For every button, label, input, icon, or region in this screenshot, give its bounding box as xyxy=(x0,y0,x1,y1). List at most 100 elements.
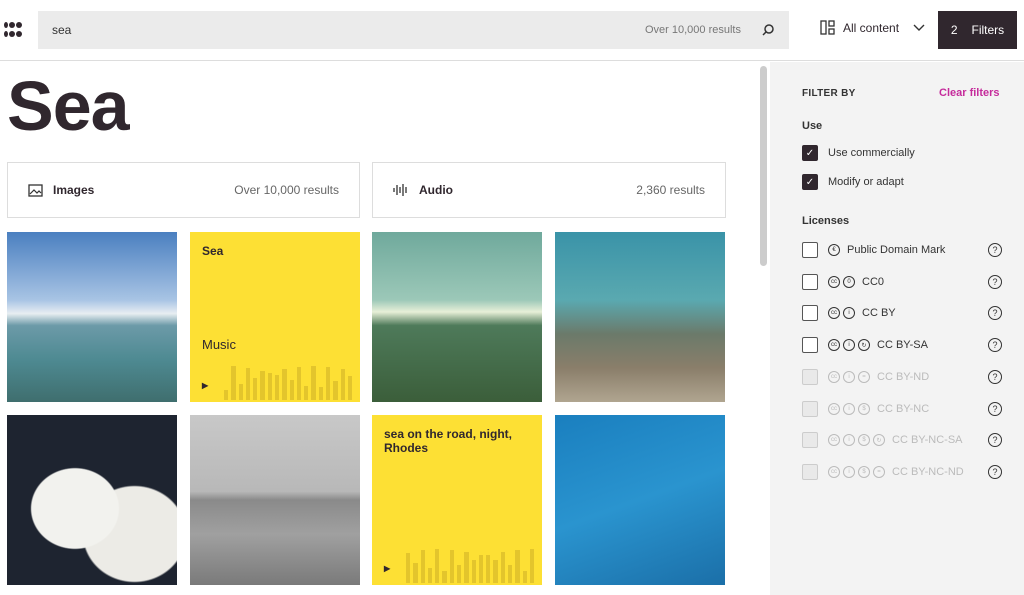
use-filter-option[interactable]: ✓ Modify or adapt xyxy=(802,173,1002,191)
image-result-green-sea[interactable] xyxy=(372,232,542,402)
waveform-bar xyxy=(274,375,280,400)
license-zero-icon: 0 xyxy=(843,275,855,288)
help-icon[interactable]: ? xyxy=(988,464,1002,479)
license-sa-icon: ↻ xyxy=(858,339,870,352)
play-icon[interactable]: ▶ xyxy=(202,381,208,390)
waveform-bar xyxy=(406,552,411,583)
waveform-bar xyxy=(325,366,331,400)
option-label: Public Domain Mark xyxy=(847,244,946,256)
waveform-bar xyxy=(456,565,462,583)
checkbox[interactable] xyxy=(802,273,818,290)
images-card-label: Images xyxy=(53,183,95,197)
checkbox[interactable] xyxy=(802,242,818,258)
option-label: Use commercially xyxy=(828,147,915,159)
checkbox[interactable] xyxy=(802,432,818,449)
license-cc-icon: cc xyxy=(828,434,840,447)
waveform-bar xyxy=(231,366,236,400)
image-result-salt[interactable] xyxy=(7,415,177,585)
waveform-bar xyxy=(427,568,433,583)
license-nc-icon: $ xyxy=(858,434,870,447)
checkbox[interactable] xyxy=(802,400,818,417)
option-label: CC BY-NC xyxy=(877,402,930,415)
license-filter-option[interactable]: cc i $ CC BY-NC? xyxy=(802,400,1002,418)
option-label: CC BY-SA xyxy=(877,339,928,352)
checkbox[interactable] xyxy=(802,305,818,322)
content-type-dropdown[interactable]: All content xyxy=(820,20,925,35)
license-filter-option[interactable]: cc i ↻ CC BY-SA? xyxy=(802,336,1002,354)
waveform-bar xyxy=(253,378,258,400)
waveform-bar xyxy=(245,367,251,400)
waveform-bar xyxy=(296,366,302,400)
audio-result-rhodes[interactable]: sea on the road, night, Rhodes ▶ xyxy=(372,415,542,585)
help-icon[interactable]: ? xyxy=(988,401,1002,416)
play-icon[interactable]: ▶ xyxy=(384,564,390,573)
option-label: Modify or adapt xyxy=(828,176,904,188)
license-filter-option[interactable]: cc i = CC BY-ND? xyxy=(802,368,1002,386)
filter-sidebar: FILTER BY Clear filters Use Licenses ✓ Us… xyxy=(770,62,1024,595)
option-label: CC0 xyxy=(862,275,885,288)
waveform-bar xyxy=(529,549,535,583)
audio-result-card[interactable]: Audio 2,360 results xyxy=(372,162,726,218)
help-icon[interactable]: ? xyxy=(988,369,1002,384)
search-input[interactable]: sea xyxy=(52,23,645,37)
search-bar[interactable]: sea Over 10,000 results xyxy=(38,11,789,49)
waveform-bar xyxy=(486,554,491,583)
license-nd-icon: = xyxy=(873,465,885,478)
license-by-icon: i xyxy=(843,465,855,478)
checkbox[interactable]: ✓ xyxy=(802,145,818,161)
license-cc-icon: cc xyxy=(828,339,840,352)
license-cc-icon: cc xyxy=(828,402,840,415)
image-result-turtle-swimming[interactable] xyxy=(555,415,725,585)
license-filter-option[interactable]: cc 0 CC0? xyxy=(802,273,1002,291)
waveform-bar xyxy=(282,369,287,400)
help-icon[interactable]: ? xyxy=(988,274,1002,289)
waveform-bar xyxy=(238,383,243,400)
clear-filters-link[interactable]: Clear filters xyxy=(939,87,1000,99)
license-cc-icon: cc xyxy=(828,275,840,288)
images-card-count: Over 10,000 results xyxy=(234,183,339,197)
help-icon[interactable]: ? xyxy=(988,338,1002,353)
license-by-icon: i xyxy=(843,402,855,415)
license-filter-option[interactable]: cc i $ = CC BY-NC-ND? xyxy=(802,463,1002,481)
waveform-bar xyxy=(464,551,469,583)
license-nd-icon: = xyxy=(858,370,870,383)
license-nc-icon: $ xyxy=(858,402,870,415)
layout-icon xyxy=(820,20,835,35)
waveform-bar xyxy=(500,551,505,583)
checkbox[interactable] xyxy=(802,337,818,354)
license-by-icon: i xyxy=(843,434,855,447)
license-filter-option[interactable]: € Public Domain Mark? xyxy=(802,241,1002,259)
license-pdm-icon: € xyxy=(828,244,840,256)
scrollbar[interactable] xyxy=(760,66,767,266)
image-result-turtle-reef[interactable] xyxy=(555,232,725,402)
license-cc-icon: cc xyxy=(828,465,840,478)
license-by-icon: i xyxy=(843,370,855,383)
audio-waveform xyxy=(224,366,353,400)
search-results: Sea Images Over 10,000 results Audio 2,3… xyxy=(0,62,758,595)
audio-waveform xyxy=(406,549,535,583)
checkbox[interactable] xyxy=(802,463,818,480)
checkbox[interactable]: ✓ xyxy=(802,174,818,190)
help-icon[interactable]: ? xyxy=(988,243,1002,257)
image-result-child-beach[interactable] xyxy=(190,415,360,585)
licenses-heading: Licenses xyxy=(802,215,850,227)
license-filter-option[interactable]: cc i CC BY? xyxy=(802,304,1002,322)
audio-card-count: 2,360 results xyxy=(636,183,705,197)
filters-label: Filters xyxy=(971,23,1005,37)
images-result-card[interactable]: Images Over 10,000 results xyxy=(7,162,360,218)
logo-icon[interactable] xyxy=(4,22,22,38)
license-filter-option[interactable]: cc i $ ↻ CC BY-NC-SA? xyxy=(802,431,1002,449)
option-label: CC BY xyxy=(862,307,896,320)
waveform-bar xyxy=(318,387,323,400)
image-result-pier[interactable] xyxy=(7,232,177,402)
waveform-bar xyxy=(289,380,294,400)
search-icon[interactable] xyxy=(761,23,775,37)
checkbox[interactable] xyxy=(802,368,818,385)
help-icon[interactable]: ? xyxy=(988,433,1002,448)
help-icon[interactable]: ? xyxy=(988,306,1002,321)
waveform-bar xyxy=(420,550,425,583)
use-filter-option[interactable]: ✓ Use commercially xyxy=(802,144,1002,162)
filters-button[interactable]: 2 Filters xyxy=(938,11,1017,49)
audio-result-sea[interactable]: Sea Music ▶ xyxy=(190,232,360,402)
waveform-bar xyxy=(435,549,440,583)
